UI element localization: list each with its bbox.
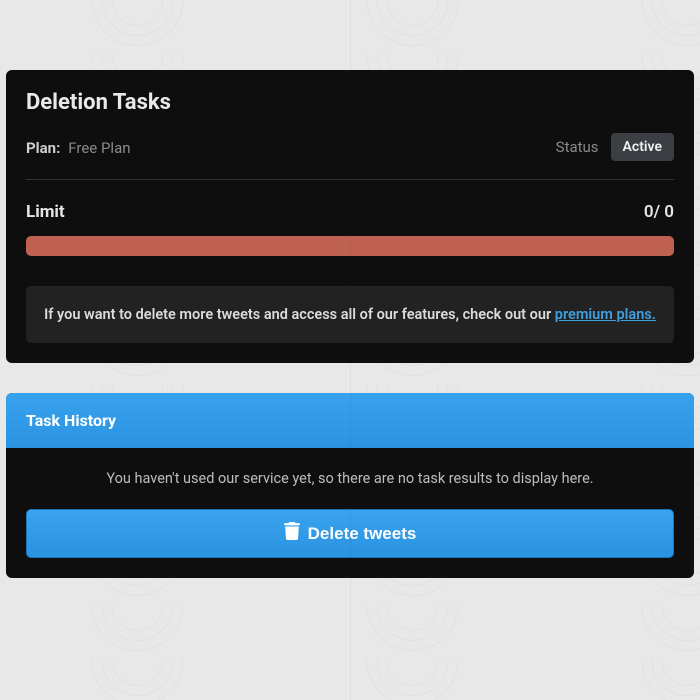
plan-label: Plan:: [26, 139, 60, 157]
limit-progress-bar: [26, 236, 674, 256]
plan-value: Free Plan: [68, 139, 130, 157]
plan-info: Plan: Free Plan: [26, 138, 131, 157]
status-badge: Active: [611, 133, 674, 161]
deletion-tasks-title: Deletion Tasks: [26, 90, 674, 115]
task-history-header: Task History: [6, 393, 694, 448]
task-history-title: Task History: [26, 411, 674, 430]
status-group: Status Active: [556, 133, 674, 161]
task-history-empty-text: You haven't used our service yet, so the…: [26, 470, 674, 487]
delete-tweets-label: Delete tweets: [308, 524, 417, 544]
task-history-body: You haven't used our service yet, so the…: [6, 448, 694, 578]
limit-value: 0/ 0: [644, 202, 674, 222]
trash-icon: [284, 522, 300, 545]
premium-plans-link[interactable]: premium plans.: [555, 306, 656, 323]
upsell-text: If you want to delete more tweets and ac…: [44, 306, 555, 323]
upsell-box: If you want to delete more tweets and ac…: [26, 286, 674, 343]
plan-status-row: Plan: Free Plan Status Active: [26, 133, 674, 180]
delete-tweets-button[interactable]: Delete tweets: [26, 509, 674, 558]
limit-row: Limit 0/ 0: [26, 202, 674, 222]
limit-label: Limit: [26, 202, 65, 222]
deletion-tasks-card: Deletion Tasks Plan: Free Plan Status Ac…: [6, 70, 694, 363]
task-history-card: Task History You haven't used our servic…: [6, 393, 694, 578]
status-label: Status: [556, 138, 599, 156]
